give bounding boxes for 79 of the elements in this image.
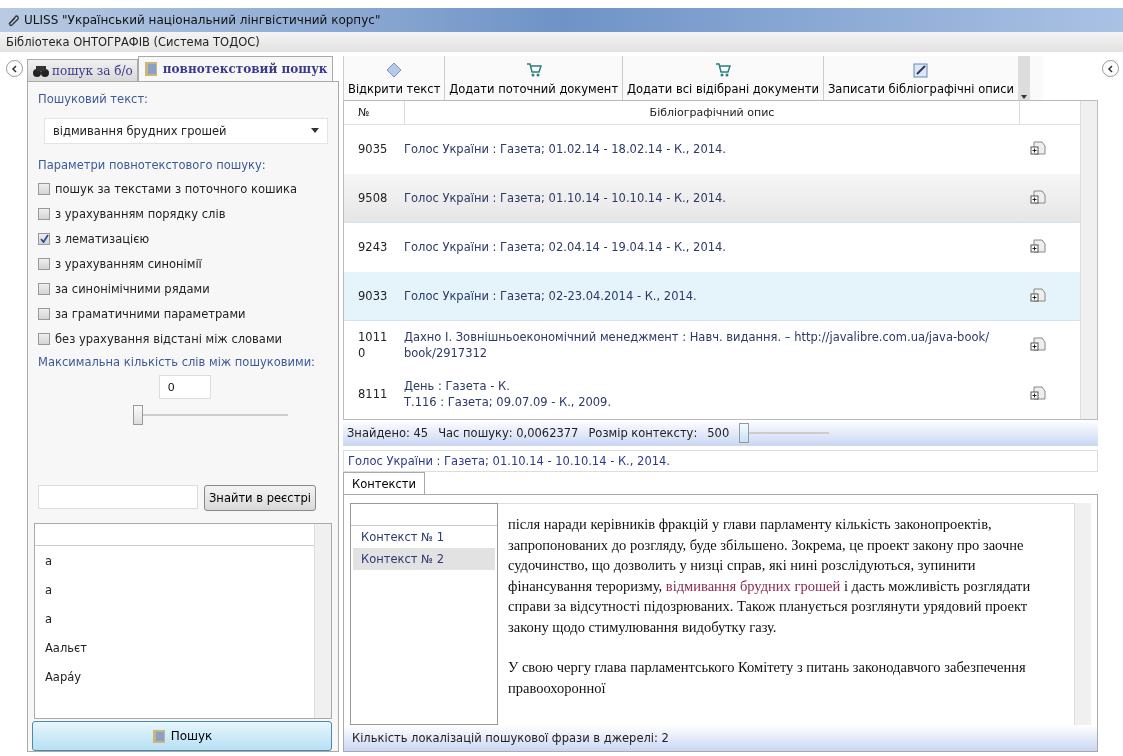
search-button[interactable]: Пошук xyxy=(32,721,332,751)
table-row[interactable]: 9508 Голос України : Газета; 01.10.14 - 10.10.14 - К., 2014. xyxy=(344,174,1080,223)
tab[interactable]: Контексти xyxy=(343,472,425,494)
registry-search-button[interactable]: Знайти в реєстрі xyxy=(204,485,316,511)
number-cell-text: 10110 xyxy=(357,329,389,361)
tab[interactable]: повнотекстовий пошук xyxy=(137,56,333,81)
option-checkbox[interactable]: з урахуванням порядку слів xyxy=(38,201,332,226)
option-checkbox[interactable]: за граматичними параметрами xyxy=(38,301,332,326)
description-cell-text: Голос України : Газета; 02-23.04.2014 - К., 2014. xyxy=(403,288,698,304)
chevron-left-icon xyxy=(1106,64,1115,73)
add-document-icon[interactable] xyxy=(1030,335,1046,352)
cart-icon xyxy=(525,62,542,78)
registry-item[interactable]: а xyxy=(35,575,314,604)
toolbar-button[interactable]: Додати всі відібрані документи xyxy=(622,56,823,100)
params-label: Параметри повнотекстового пошуку: xyxy=(38,158,267,172)
chevron-left-icon xyxy=(10,64,19,73)
search-text-label: Пошуковий текст: xyxy=(38,92,149,106)
column-header[interactable]: Бібліографічний опис xyxy=(404,100,1020,125)
option-checkbox[interactable]: без урахування відстані між словами xyxy=(38,326,332,351)
caret-icon xyxy=(311,128,319,134)
registry-item[interactable]: а xyxy=(35,604,314,633)
checkmark-icon xyxy=(39,234,49,243)
document-title: Голос України : Газета; 01.10.14 - 10.10.14 - К., 2014. xyxy=(343,450,1098,472)
number-cell-text: 9508 xyxy=(357,190,389,206)
description-cell-text: Голос України : Газета; 02.04.14 - 19.04.14 - К., 2014. xyxy=(403,239,727,255)
context-size-slider[interactable] xyxy=(739,423,830,443)
add-document-icon[interactable] xyxy=(1030,237,1046,254)
table-row[interactable]: 9033 Голос України : Газета; 02-23.04.2014 - К., 2014. xyxy=(344,272,1080,321)
number-cell-text: 9033 xyxy=(357,288,389,304)
scrollbar[interactable] xyxy=(1080,101,1097,419)
toolbar-button[interactable]: Відкрити текст xyxy=(343,56,445,100)
option-checkbox[interactable]: пошук за текстами з поточного кошика xyxy=(38,176,332,201)
description-cell-text: Дахно І. Зовнішньоекономічний менеджмент : Навч. видання. – http://javalibre.com.ua/java-book/ book/2917312 xyxy=(403,329,990,361)
registry-item[interactable]: Аальєт xyxy=(35,633,314,662)
search-text-dropdown[interactable]: відмивання брудних грошей xyxy=(44,118,328,144)
scrollbar[interactable] xyxy=(314,524,331,718)
add-document-icon[interactable] xyxy=(1030,139,1046,156)
tab[interactable]: пошук за б/о xyxy=(27,59,138,81)
context-paragraph: У свою чергу глава парламентського Комітету з питань законодавчого забезпечення правоохоронної xyxy=(508,658,1027,698)
context-size-value: 500 xyxy=(707,426,730,440)
registry-field[interactable] xyxy=(38,485,198,509)
found-count: Знайдено: 45 xyxy=(347,426,429,440)
window-title: ULISS "Український національний лінгвістичний корпус" xyxy=(24,13,381,27)
number-cell-text: 8111 xyxy=(357,386,389,402)
localization-count: Кількість локалізацій пошукової фрази в джерелі: 2 xyxy=(352,731,669,745)
cart-icon xyxy=(715,62,732,78)
registry-item[interactable]: а xyxy=(35,546,314,575)
edit-icon xyxy=(913,62,929,78)
search-time: Час пошуку: 0,0062377 xyxy=(438,426,579,440)
column-header[interactable]: № xyxy=(344,106,404,119)
option-checkbox[interactable]: за синонімічними рядами xyxy=(38,276,332,301)
option-checkbox[interactable]: з урахуванням синонімії xyxy=(38,251,332,276)
number-cell-text: 9035 xyxy=(357,141,389,157)
scrollbar[interactable] xyxy=(1074,503,1091,725)
collapse-button[interactable] xyxy=(1102,60,1119,77)
diamond-icon xyxy=(386,62,403,78)
max-words-slider[interactable] xyxy=(133,405,288,425)
option-checkbox[interactable]: з лематизацією xyxy=(38,226,332,251)
description-cell-text: День : Газета - К. Т.116 : Газета; 09.07.09 - К., 2009. xyxy=(403,378,613,410)
context-item[interactable]: Контекст № 2 xyxy=(353,548,495,570)
add-document-icon[interactable] xyxy=(1030,188,1046,205)
add-document-icon[interactable] xyxy=(1030,384,1046,401)
registry-item[interactable]: Аарáу xyxy=(35,662,314,691)
toolbar-button[interactable]: Записати бібліографічні описи xyxy=(823,56,1018,100)
max-words-label: Максимальна кількість слів між пошуковими: xyxy=(38,355,316,369)
toolbar-button[interactable]: Додати поточний документ xyxy=(444,56,623,100)
description-cell-text: Голос України : Газета; 01.10.14 - 10.10.14 - К., 2014. xyxy=(403,190,727,206)
context-paragraph: після наради керівників фракцій у глави парламенту кількість законопроектів, запропонованих до розгляду, буде збільшено. Зокрема, це проект закону про заочне судочинство, що дозволить у низці справ, які нині розслідуються, зупинити фінансування тероризму, відмивання брудних грошей і дасть можливість розглядати справи за відсутності підозрюваних. Також планується розглянути урядовий проект закону щодо стимулювання видобутку газу. xyxy=(508,515,1032,637)
max-words-field[interactable]: 0 xyxy=(159,375,211,399)
add-document-icon[interactable] xyxy=(1030,286,1046,303)
paperclip-icon xyxy=(6,13,20,27)
app-title: Бібліотека ОНТОГРАФІВ (Система ТОДОС) xyxy=(6,35,260,49)
collapse-button[interactable] xyxy=(6,60,23,77)
description-cell-text: Голос України : Газета; 01.02.14 - 18.02.14 - К., 2014. xyxy=(403,141,727,157)
number-cell-text: 9243 xyxy=(357,239,389,255)
context-size-label: Розмір контексту: xyxy=(588,426,698,440)
overflow-button[interactable] xyxy=(1018,56,1030,100)
caret-icon xyxy=(1020,92,1028,100)
binoculars-icon xyxy=(32,63,50,78)
